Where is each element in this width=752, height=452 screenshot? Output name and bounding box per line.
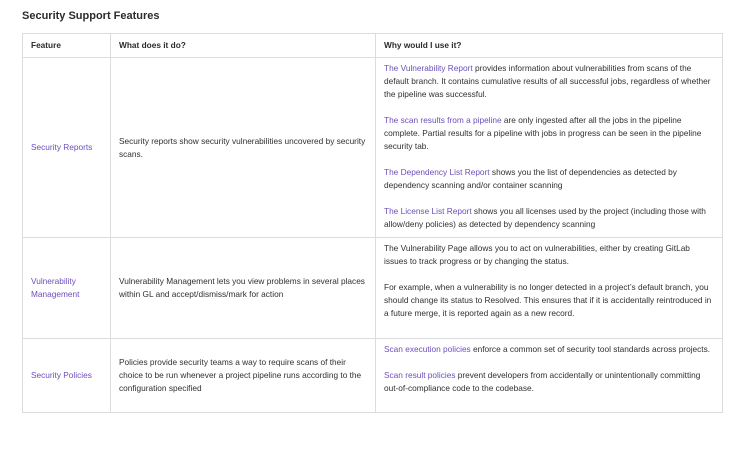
what-cell: Policies provide security teams a way to… bbox=[110, 338, 376, 413]
what-cell: Vulnerability Management lets you view p… bbox=[110, 237, 376, 339]
column-header-why: Why would I use it? bbox=[375, 33, 723, 58]
feature-cell: Vulnerability Management bbox=[22, 237, 111, 339]
feature-link-security-policies[interactable]: Security Policies bbox=[31, 370, 92, 380]
feature-link-security-reports[interactable]: Security Reports bbox=[31, 142, 92, 152]
column-header-feature: Feature bbox=[22, 33, 111, 58]
why-paragraph: The Dependency List Report shows you the… bbox=[384, 166, 714, 192]
feature-cell: Security Reports bbox=[22, 57, 111, 238]
scan-execution-policies-link[interactable]: Scan execution policies bbox=[384, 344, 471, 354]
dependency-list-report-link[interactable]: The Dependency List Report bbox=[384, 167, 490, 177]
table-row: Security Policies Policies provide secur… bbox=[22, 338, 723, 413]
scan-result-policies-link[interactable]: Scan result policies bbox=[384, 370, 455, 380]
why-paragraph: For example, when a vulnerability is no … bbox=[384, 282, 712, 318]
feature-link-vulnerability-management[interactable]: Vulnerability Management bbox=[31, 276, 79, 299]
document-page: Security Support Features Feature What d… bbox=[22, 9, 723, 413]
what-cell: Security reports show security vulnerabi… bbox=[110, 57, 376, 238]
why-paragraph: The License List Report shows you all li… bbox=[384, 205, 714, 231]
why-text: enforce a common set of security tool st… bbox=[470, 344, 711, 354]
page-title: Security Support Features bbox=[22, 10, 160, 22]
why-paragraph: The Vulnerability Page allows you to act… bbox=[384, 243, 690, 266]
column-header-what: What does it do? bbox=[110, 33, 376, 58]
license-list-report-link[interactable]: The License List Report bbox=[384, 206, 472, 216]
why-cell: Scan execution policies enforce a common… bbox=[375, 338, 723, 413]
why-cell: The Vulnerability Report provides inform… bbox=[375, 57, 723, 238]
vulnerability-report-link[interactable]: The Vulnerability Report bbox=[384, 63, 473, 73]
table-row: Vulnerability Management Vulnerability M… bbox=[22, 237, 723, 339]
features-table: Feature What does it do? Why would I use… bbox=[22, 33, 723, 413]
why-paragraph: Scan result policies prevent developers … bbox=[384, 369, 714, 395]
why-paragraph: The scan results from a pipeline are onl… bbox=[384, 114, 714, 153]
why-paragraph: Scan execution policies enforce a common… bbox=[384, 343, 714, 356]
why-cell: The Vulnerability Page allows you to act… bbox=[375, 237, 723, 339]
why-paragraph: The Vulnerability Report provides inform… bbox=[384, 62, 714, 101]
table-row: Security Reports Security reports show s… bbox=[22, 57, 723, 238]
feature-cell: Security Policies bbox=[22, 338, 111, 413]
table-header-row: Feature What does it do? Why would I use… bbox=[22, 33, 723, 58]
pipeline-scan-results-link[interactable]: The scan results from a pipeline bbox=[384, 115, 502, 125]
